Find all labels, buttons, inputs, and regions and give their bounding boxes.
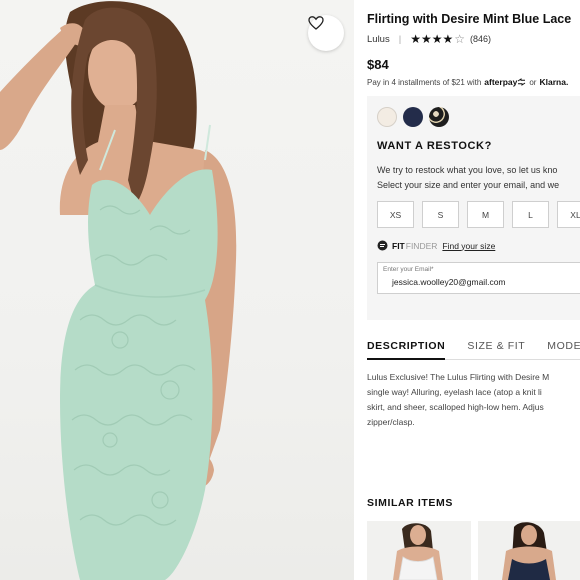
afterpay-logo[interactable]: afterpay bbox=[484, 77, 517, 87]
similar-item-thumbnail[interactable] bbox=[478, 521, 580, 580]
description-line-3: skirt, and sheer, scalloped high-low hem… bbox=[367, 402, 544, 412]
product-photo[interactable] bbox=[0, 0, 354, 580]
installments-text: Pay in 4 installments of $21 with bbox=[367, 77, 482, 87]
restock-line-2: Select your size and enter your email, a… bbox=[377, 180, 560, 190]
size-button-s[interactable]: S bbox=[422, 201, 459, 228]
find-your-size-link[interactable]: Find your size bbox=[442, 241, 495, 251]
color-swatch-cream[interactable] bbox=[377, 107, 397, 127]
brand-link[interactable]: Lulus bbox=[367, 34, 390, 45]
separator: | bbox=[398, 33, 402, 45]
product-tabs: DESCRIPTION SIZE & FIT MODE bbox=[367, 340, 580, 360]
restock-title: WANT A RESTOCK? bbox=[377, 140, 492, 152]
finder-label: FINDER bbox=[405, 240, 438, 251]
fit-finder-icon bbox=[377, 240, 388, 251]
afterpay-arrows-icon bbox=[518, 78, 526, 86]
installments-row: Pay in 4 installments of $21 with afterp… bbox=[367, 77, 568, 87]
email-field[interactable]: Enter your Email* jessica.woolley20@gmai… bbox=[377, 262, 580, 294]
klarna-logo[interactable]: Klarna. bbox=[539, 77, 568, 87]
product-description: Lulus Exclusive! The Lulus Flirting with… bbox=[367, 370, 580, 430]
product-price: $84 bbox=[367, 57, 389, 72]
restock-box: WANT A RESTOCK? We try to restock what y… bbox=[367, 96, 580, 320]
email-field-label: Enter your Email* bbox=[383, 266, 434, 273]
description-line-4: zipper/clasp. bbox=[367, 417, 415, 427]
similar-items-title: SIMILAR ITEMS bbox=[367, 497, 453, 509]
fit-finder: FIT FINDER Find your size bbox=[377, 240, 495, 251]
heart-icon bbox=[308, 16, 324, 30]
size-button-l[interactable]: L bbox=[512, 201, 549, 228]
brand-rating-row: Lulus | ★★★★ ☆ (846) bbox=[367, 33, 491, 45]
product-title: Flirting with Desire Mint Blue Lace bbox=[367, 12, 572, 26]
model-wearing-dress-image bbox=[0, 1, 237, 580]
similar-item-image bbox=[502, 522, 556, 580]
size-selector: XS S M L XL bbox=[377, 201, 580, 228]
email-field-value[interactable]: jessica.woolley20@gmail.com bbox=[392, 277, 506, 287]
star-empty-icon: ☆ bbox=[454, 32, 465, 46]
product-details-panel: Flirting with Desire Mint Blue Lace Lulu… bbox=[367, 0, 580, 580]
tab-model[interactable]: MODE bbox=[547, 340, 580, 359]
tab-size-fit[interactable]: SIZE & FIT bbox=[467, 340, 525, 359]
description-line-1: Lulus Exclusive! The Lulus Flirting with… bbox=[367, 372, 550, 382]
similar-item-image bbox=[393, 523, 443, 580]
fit-label: FIT bbox=[392, 240, 405, 251]
rating-stars[interactable]: ★★★★ ☆ bbox=[410, 33, 465, 45]
color-swatch-black-floral[interactable] bbox=[429, 107, 449, 127]
review-count[interactable]: (846) bbox=[470, 34, 491, 44]
restock-description: We try to restock what you love, so let … bbox=[377, 163, 580, 193]
tab-description[interactable]: DESCRIPTION bbox=[367, 340, 446, 360]
restock-line-1: We try to restock what you love, so let … bbox=[377, 165, 558, 175]
similar-item-thumbnail[interactable] bbox=[367, 521, 471, 580]
size-button-xs[interactable]: XS bbox=[377, 201, 414, 228]
favorite-button[interactable] bbox=[308, 15, 344, 51]
color-swatch-navy[interactable] bbox=[403, 107, 423, 127]
star-filled-icon: ★★★★ bbox=[410, 32, 454, 46]
size-button-m[interactable]: M bbox=[467, 201, 504, 228]
dress-shape bbox=[60, 169, 218, 580]
description-line-2: single way! Alluring, eyelash lace (atop… bbox=[367, 387, 542, 397]
size-button-xl[interactable]: XL bbox=[557, 201, 580, 228]
or-text: or bbox=[529, 77, 537, 87]
